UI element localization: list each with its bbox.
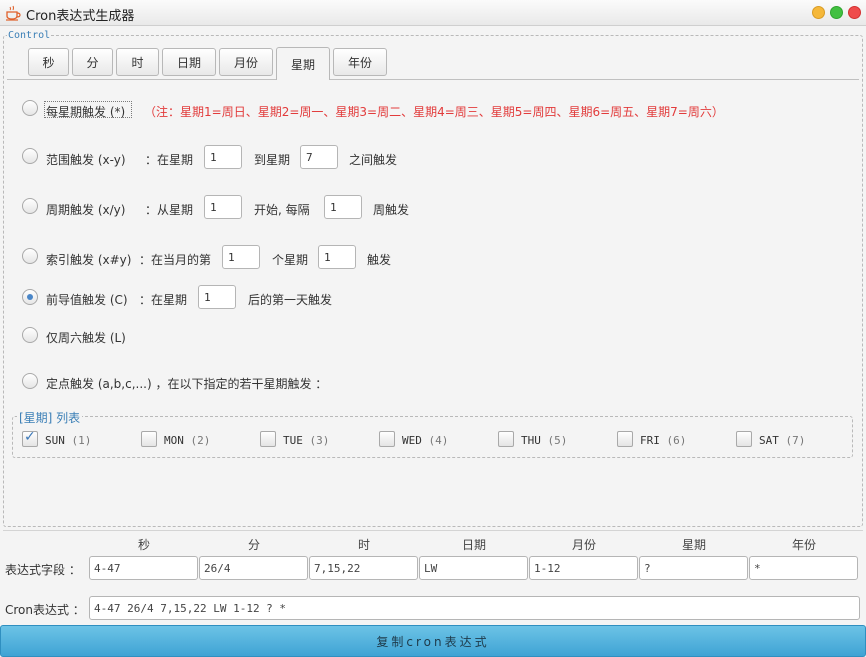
range-text-3: 之间触发 — [349, 153, 398, 167]
last-text-2: 后的第一天触发 — [248, 293, 333, 307]
tab-week[interactable]: 星期 — [276, 47, 330, 80]
cron-label: Cron表达式 ： — [5, 603, 85, 617]
fields-row-label: 表达式字段 ： — [5, 563, 81, 577]
tab-hour[interactable]: 时 — [116, 48, 159, 76]
header-second: 秒 — [137, 538, 150, 552]
month-field-input[interactable]: 1-12 — [529, 556, 638, 580]
index-day-input[interactable]: 1 — [318, 245, 356, 269]
index-text-1: ：在当月的第 — [139, 253, 212, 267]
weekday-label-sun: SUN (1) — [45, 434, 92, 447]
range-to-input[interactable]: 7 — [300, 145, 338, 169]
date-field-input[interactable]: LW — [419, 556, 528, 580]
cycle-label: 周期触发 (x/y) — [46, 203, 126, 217]
radio-cycle[interactable] — [22, 198, 38, 214]
checkbox-fri[interactable] — [617, 431, 633, 447]
tab-label: 年份 — [347, 55, 372, 70]
range-text-1: ：在星期 — [145, 153, 194, 167]
weekday-label-fri: FRI (6) — [640, 434, 687, 447]
cycle-text-3: 周触发 — [373, 203, 410, 217]
header-year: 年份 — [791, 538, 816, 552]
last-value-input[interactable]: 1 — [198, 285, 236, 309]
checkbox-tue[interactable] — [260, 431, 276, 447]
checkbox-thu[interactable] — [498, 431, 514, 447]
range-from-input[interactable]: 1 — [204, 145, 242, 169]
checkbox-sat[interactable] — [736, 431, 752, 447]
radio-index[interactable] — [22, 248, 38, 264]
tab-month[interactable]: 月份 — [219, 48, 273, 76]
second-field-input[interactable]: 4-47 — [89, 556, 198, 580]
radio-range[interactable] — [22, 148, 38, 164]
weekday-list-legend: [星期] 列表 — [17, 409, 83, 426]
hour-field-input[interactable]: 7,15,22 — [309, 556, 418, 580]
control-legend: Control — [7, 30, 52, 41]
tab-second[interactable]: 秒 — [28, 48, 69, 76]
header-date: 日期 — [461, 538, 486, 552]
radio-last[interactable] — [22, 289, 38, 305]
tab-label: 分 — [86, 55, 99, 70]
tab-label: 星期 — [290, 57, 315, 72]
radio-fixed[interactable] — [22, 373, 38, 389]
tab-date[interactable]: 日期 — [162, 48, 216, 76]
header-minute: 分 — [247, 538, 260, 552]
header-month: 月份 — [571, 538, 596, 552]
checkbox-mon[interactable] — [141, 431, 157, 447]
checkbox-sun[interactable] — [22, 429, 38, 447]
weekday-label-mon: MON (2) — [164, 434, 211, 447]
tab-minute[interactable]: 分 — [72, 48, 113, 76]
weekday-label-thu: THU (5) — [521, 434, 568, 447]
index-week-input[interactable]: 1 — [222, 245, 260, 269]
every-week-label: 每星期触发 (*) — [46, 105, 126, 119]
title-bar: Cron表达式生成器 — [0, 0, 866, 26]
section-divider — [3, 530, 863, 531]
index-text-2: 个星期 — [272, 253, 309, 267]
week-field-input[interactable]: ? — [639, 556, 748, 580]
maximize-button[interactable] — [830, 6, 843, 19]
range-text-2: 到星期 — [254, 153, 291, 167]
header-hour: 时 — [357, 538, 370, 552]
radio-saturday[interactable] — [22, 327, 38, 343]
copy-cron-button[interactable]: 复制cron表达式 — [0, 625, 866, 657]
weekday-label-wed: WED (4) — [402, 434, 449, 447]
tab-label: 时 — [131, 55, 144, 70]
cron-expression-input[interactable]: 4-47 26/4 7,15,22 LW 1-12 ? * — [89, 596, 860, 620]
fixed-label: 定点触发 (a,b,c,...) ，在以下指定的若干星期触发 ： — [46, 377, 328, 391]
weekday-label-sat: SAT (7) — [759, 434, 806, 447]
last-label: 前导值触发 (C) — [46, 293, 128, 307]
cycle-start-input[interactable]: 1 — [204, 195, 242, 219]
cycle-interval-input[interactable]: 1 — [324, 195, 362, 219]
minute-field-input[interactable]: 26/4 — [199, 556, 308, 580]
header-week: 星期 — [681, 538, 706, 552]
tab-label: 月份 — [233, 55, 258, 70]
week-number-note: （注：星期1=周日、星期2=周一、星期3=周二、星期4=周三、星期5=周四、星期… — [144, 105, 724, 119]
saturday-label: 仅周六触发 (L) — [46, 331, 126, 345]
weekday-label-tue: TUE (3) — [283, 434, 330, 447]
coffee-cup-icon — [6, 5, 21, 21]
cycle-text-1: ：从星期 — [145, 203, 194, 217]
tab-year[interactable]: 年份 — [333, 48, 387, 76]
checkbox-wed[interactable] — [379, 431, 395, 447]
close-button[interactable] — [848, 6, 861, 19]
year-field-input[interactable]: * — [749, 556, 858, 580]
last-text-1: ：在星期 — [139, 293, 188, 307]
tab-label: 日期 — [176, 55, 201, 70]
tab-label: 秒 — [42, 55, 55, 70]
tab-divider — [7, 79, 859, 80]
index-label: 索引触发 (x#y) — [46, 253, 132, 267]
range-label: 范围触发 (x-y) — [46, 153, 126, 167]
index-text-3: 触发 — [367, 253, 392, 267]
cycle-text-2: 开始, 每隔 — [254, 203, 310, 217]
window-title: Cron表达式生成器 — [26, 9, 135, 24]
radio-every-week[interactable] — [22, 100, 38, 116]
minimize-button[interactable] — [812, 6, 825, 19]
copy-cron-button-label: 复制cron表达式 — [376, 634, 490, 649]
